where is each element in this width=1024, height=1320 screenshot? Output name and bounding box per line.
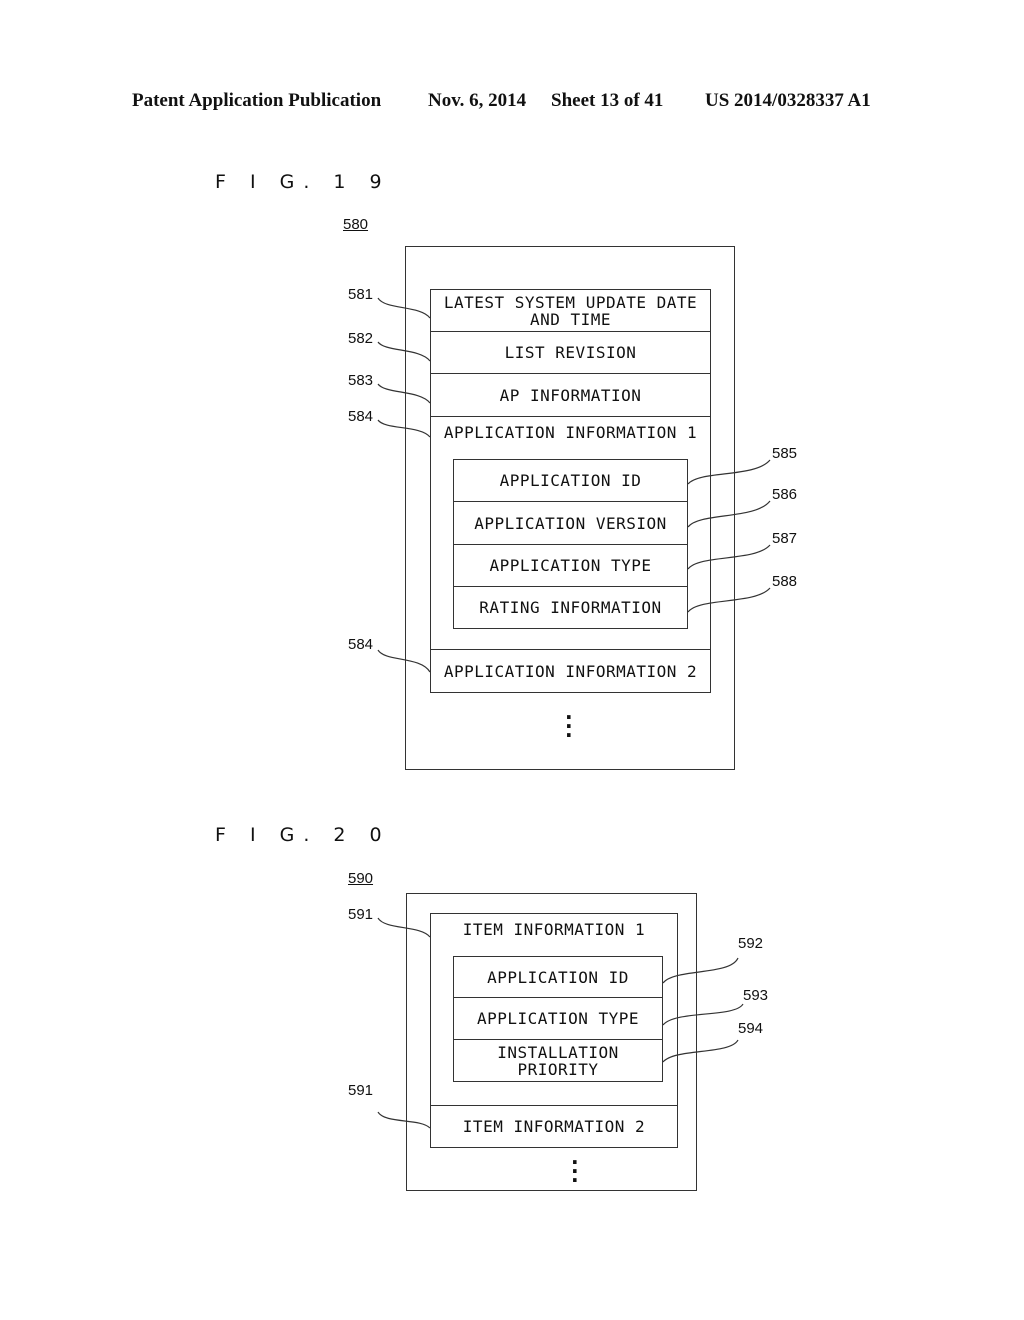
fig19-ref: 580: [343, 216, 369, 233]
field-installation-priority: INSTALLATION PRIORITY: [453, 1039, 663, 1082]
field-application-type: APPLICATION TYPE: [453, 997, 663, 1040]
row-label: AP INFORMATION: [499, 385, 642, 405]
ref-591a: 591: [348, 906, 374, 923]
ref-592: 592: [738, 935, 764, 952]
field-application-id: APPLICATION ID: [453, 459, 688, 502]
item-info-2-label: ITEM INFORMATION 2: [462, 1117, 646, 1136]
field-application-id: APPLICATION ID: [453, 956, 663, 998]
app-info-1-label: APPLICATION INFORMATION 1: [443, 423, 698, 442]
field-label-line2: PRIORITY: [517, 1059, 599, 1079]
field-label: APPLICATION TYPE: [489, 556, 652, 575]
ref-591b: 591: [348, 1082, 374, 1099]
sheet-number: Sheet 13 of 41: [551, 90, 664, 111]
ref-593: 593: [743, 987, 769, 1004]
ref-581: 581: [348, 286, 374, 303]
item-info-2-box: ITEM INFORMATION 2: [430, 1105, 678, 1148]
patent-number: US 2014/0328337 A1: [705, 90, 871, 111]
ref-588: 588: [772, 573, 798, 590]
ref-585: 585: [772, 445, 798, 462]
field-label: RATING INFORMATION: [479, 598, 662, 617]
field-label: APPLICATION TYPE: [476, 1009, 640, 1028]
ellipsis-icon: · · ·: [571, 1150, 579, 1192]
ref-587: 587: [772, 530, 798, 547]
publication-label: Patent Application Publication: [132, 90, 382, 111]
fig19-title: F I G. 1 9: [215, 171, 391, 193]
row-label-line2: AND TIME: [529, 309, 612, 329]
fig20-ref: 590: [348, 870, 374, 887]
item-info-1-label: ITEM INFORMATION 1: [462, 920, 646, 939]
row-list-revision: LIST REVISION: [430, 331, 711, 374]
ref-584a: 584: [348, 408, 374, 425]
row-ap-information: AP INFORMATION: [430, 373, 711, 417]
app-info-2-label: APPLICATION INFORMATION 2: [443, 661, 698, 681]
publication-date: Nov. 6, 2014: [428, 90, 527, 111]
row-label: LIST REVISION: [504, 343, 637, 362]
field-label: APPLICATION ID: [487, 967, 629, 987]
ref-594: 594: [738, 1020, 764, 1037]
ellipsis-icon: · · ·: [565, 705, 573, 747]
app-info-2-box: APPLICATION INFORMATION 2: [430, 649, 711, 693]
ref-584b: 584: [348, 636, 374, 653]
ref-582: 582: [348, 330, 374, 347]
row-label-line1: LATEST SYSTEM UPDATE DATE: [443, 292, 698, 312]
ref-586: 586: [772, 486, 798, 503]
fig20-title: F I G. 2 0: [215, 824, 391, 846]
field-application-type: APPLICATION TYPE: [453, 544, 688, 587]
field-application-version: APPLICATION VERSION: [453, 501, 688, 545]
row-latest-system-update: LATEST SYSTEM UPDATE DATE AND TIME: [430, 289, 711, 332]
field-label: APPLICATION VERSION: [474, 513, 667, 533]
field-label-line1: INSTALLATION: [497, 1042, 619, 1062]
ref-583: 583: [348, 372, 374, 389]
field-rating-information: RATING INFORMATION: [453, 586, 688, 629]
field-label: APPLICATION ID: [499, 471, 642, 490]
